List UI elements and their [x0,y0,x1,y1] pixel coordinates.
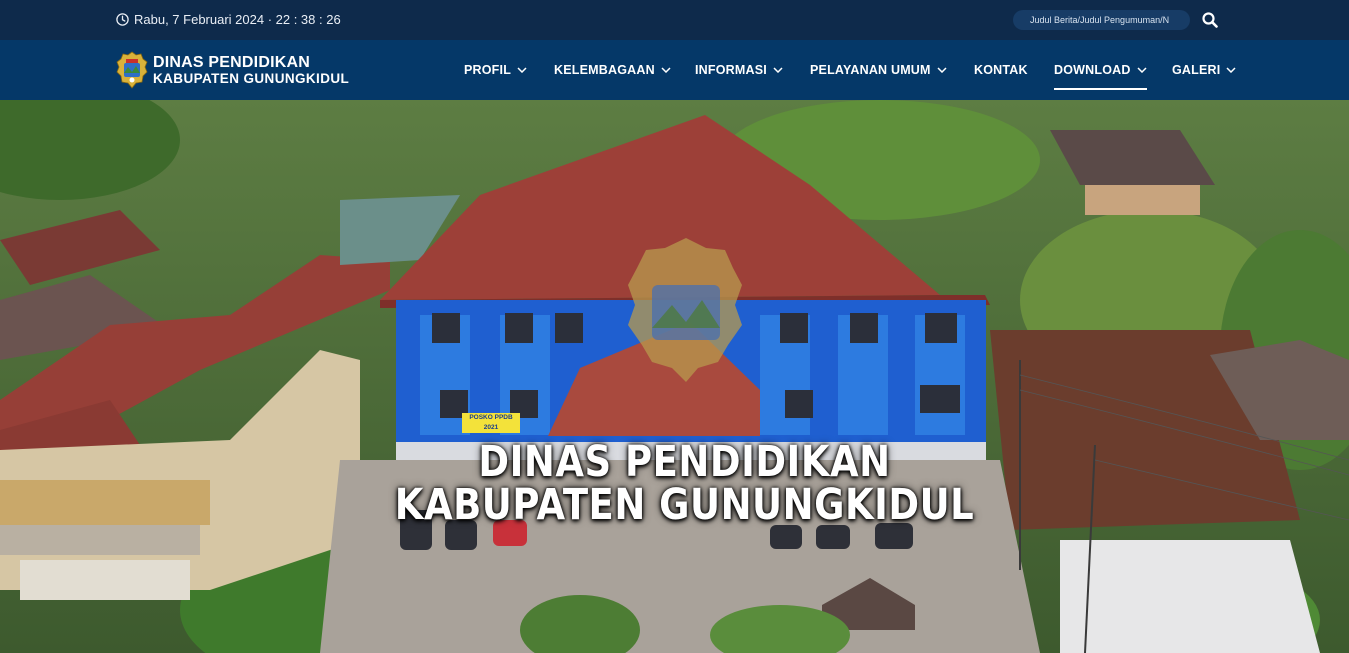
nav-label-profil: PROFIL [464,63,512,77]
nav-label-kelembagaan: KELEMBAGAAN [554,63,655,77]
posko-banner: POSKO PPDB 2021 [462,413,520,433]
gunungkidul-crest-logo [116,51,148,89]
nav-item-kelembagaan[interactable]: KELEMBAGAAN [554,40,671,100]
nav-label-informasi: INFORMASI [695,63,767,77]
nav-item-profil[interactable]: PROFIL [464,40,527,100]
nav-label-pelayanan-umum: PELAYANAN UMUM [810,63,931,77]
brand-name: DINAS PENDIDIKAN KABUPATEN GUNUNGKIDUL [153,54,349,86]
hero-aerial-photo [0,100,1349,653]
hero-banner: DINAS PENDIDIKAN KABUPATEN GUNUNGKIDUL P… [0,100,1349,653]
datetime-display: Rabu, 7 Februari 2024 · 22 : 38 : 26 [116,12,341,27]
posko-banner-text: POSKO PPDB 2021 [469,414,513,431]
chevron-down-icon [517,67,527,73]
nav-item-kontak[interactable]: KONTAK [974,40,1028,100]
brand-line-2: KABUPATEN GUNUNGKIDUL [153,71,350,86]
nav-label-download: DOWNLOAD [1054,63,1131,77]
chevron-down-icon [773,67,783,73]
hero-title-line-2: KABUPATEN GUNUNGKIDUL [394,479,975,530]
chevron-down-icon [1137,67,1147,73]
nav-item-informasi[interactable]: INFORMASI [695,40,783,100]
brand-home-link[interactable]: DINAS PENDIDIKAN KABUPATEN GUNUNGKIDUL [116,51,349,89]
search-icon[interactable] [1202,12,1218,28]
datetime-text: Rabu, 7 Februari 2024 · 22 : 38 : 26 [134,12,341,27]
chevron-down-icon [937,67,947,73]
chevron-down-icon [1226,67,1236,73]
nav-item-galeri[interactable]: GALERI [1172,40,1236,100]
nav-label-kontak: KONTAK [974,63,1028,77]
nav-item-download[interactable]: DOWNLOAD [1054,40,1147,100]
search-input[interactable] [1013,10,1190,30]
nav-label-galeri: GALERI [1172,63,1221,77]
clock-icon [116,13,129,26]
nav-item-pelayanan-umum[interactable]: PELAYANAN UMUM [810,40,947,100]
chevron-down-icon [661,67,671,73]
top-bar: Rabu, 7 Februari 2024 · 22 : 38 : 26 [0,0,1349,40]
brand-line-1: DINAS PENDIDIKAN [153,54,310,71]
main-navbar: DINAS PENDIDIKAN KABUPATEN GUNUNGKIDUL P… [0,40,1349,100]
